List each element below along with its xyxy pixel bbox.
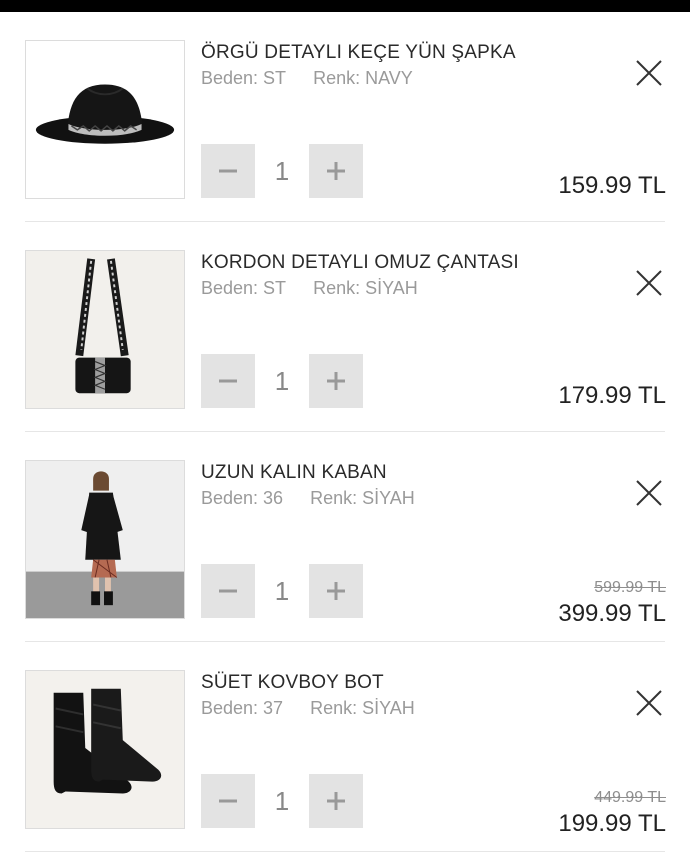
product-attributes: Beden: 37 Renk: SİYAH	[201, 698, 437, 719]
color-label: Renk: SİYAH	[310, 488, 415, 508]
bag-image	[26, 251, 184, 408]
decrease-quantity-button[interactable]	[201, 774, 255, 828]
size-label: Beden: 36	[201, 488, 284, 508]
remove-item-button[interactable]	[632, 266, 666, 300]
product-image[interactable]	[25, 250, 185, 409]
product-price: 159.99 TL	[558, 172, 666, 199]
product-name[interactable]: SÜET KOVBOY BOT	[201, 672, 384, 694]
status-bar	[0, 0, 690, 12]
increase-quantity-button[interactable]	[309, 354, 363, 408]
quantity-stepper: 1	[201, 774, 363, 828]
product-price: 399.99 TL	[558, 600, 666, 627]
minus-icon	[219, 589, 237, 593]
coat-model-image	[26, 461, 184, 618]
remove-item-button[interactable]	[632, 476, 666, 510]
remove-item-button[interactable]	[632, 56, 666, 90]
color-label: Renk: NAVY	[313, 68, 413, 88]
cart-item: UZUN KALIN KABAN Beden: 36 Renk: SİYAH 1…	[0, 432, 690, 642]
cart-item: SÜET KOVBOY BOT Beden: 37 Renk: SİYAH 1 …	[0, 642, 690, 852]
quantity-value: 1	[274, 366, 290, 396]
product-name[interactable]: ÖRGÜ DETAYLI KEÇE YÜN ŞAPKA	[201, 42, 516, 64]
plus-icon	[327, 582, 345, 600]
size-label: Beden: ST	[201, 68, 287, 88]
product-image[interactable]	[25, 670, 185, 829]
quantity-stepper: 1	[201, 564, 363, 618]
cart-item-list: ÖRGÜ DETAYLI KEÇE YÜN ŞAPKA Beden: ST Re…	[0, 12, 690, 852]
original-price: 449.99 TL	[594, 789, 666, 806]
quantity-value: 1	[274, 156, 290, 186]
cart-item: ÖRGÜ DETAYLI KEÇE YÜN ŞAPKA Beden: ST Re…	[0, 12, 690, 222]
product-price: 199.99 TL	[558, 810, 666, 837]
color-label: Renk: SİYAH	[310, 698, 415, 718]
product-name[interactable]: UZUN KALIN KABAN	[201, 462, 387, 484]
close-icon	[636, 480, 662, 506]
quantity-value: 1	[274, 786, 290, 816]
product-image[interactable]	[25, 40, 185, 199]
plus-icon	[327, 792, 345, 810]
remove-item-button[interactable]	[632, 686, 666, 720]
increase-quantity-button[interactable]	[309, 564, 363, 618]
decrease-quantity-button[interactable]	[201, 354, 255, 408]
quantity-value: 1	[274, 576, 290, 606]
hat-image	[26, 41, 184, 198]
item-divider	[25, 851, 665, 852]
minus-icon	[219, 799, 237, 803]
product-price: 179.99 TL	[558, 382, 666, 409]
original-price: 599.99 TL	[594, 579, 666, 596]
increase-quantity-button[interactable]	[309, 144, 363, 198]
minus-icon	[219, 379, 237, 383]
close-icon	[636, 690, 662, 716]
increase-quantity-button[interactable]	[309, 774, 363, 828]
quantity-stepper: 1	[201, 144, 363, 198]
product-name[interactable]: KORDON DETAYLI OMUZ ÇANTASI	[201, 252, 519, 274]
product-attributes: Beden: ST Renk: NAVY	[201, 68, 435, 89]
cart-item: KORDON DETAYLI OMUZ ÇANTASI Beden: ST Re…	[0, 222, 690, 432]
plus-icon	[327, 372, 345, 390]
minus-icon	[219, 169, 237, 173]
color-label: Renk: SİYAH	[313, 278, 418, 298]
decrease-quantity-button[interactable]	[201, 144, 255, 198]
decrease-quantity-button[interactable]	[201, 564, 255, 618]
boots-image	[26, 671, 184, 828]
close-icon	[636, 60, 662, 86]
product-attributes: Beden: ST Renk: SİYAH	[201, 278, 440, 299]
product-image[interactable]	[25, 460, 185, 619]
size-label: Beden: ST	[201, 278, 287, 298]
plus-icon	[327, 162, 345, 180]
quantity-stepper: 1	[201, 354, 363, 408]
close-icon	[636, 270, 662, 296]
product-attributes: Beden: 36 Renk: SİYAH	[201, 488, 437, 509]
size-label: Beden: 37	[201, 698, 284, 718]
